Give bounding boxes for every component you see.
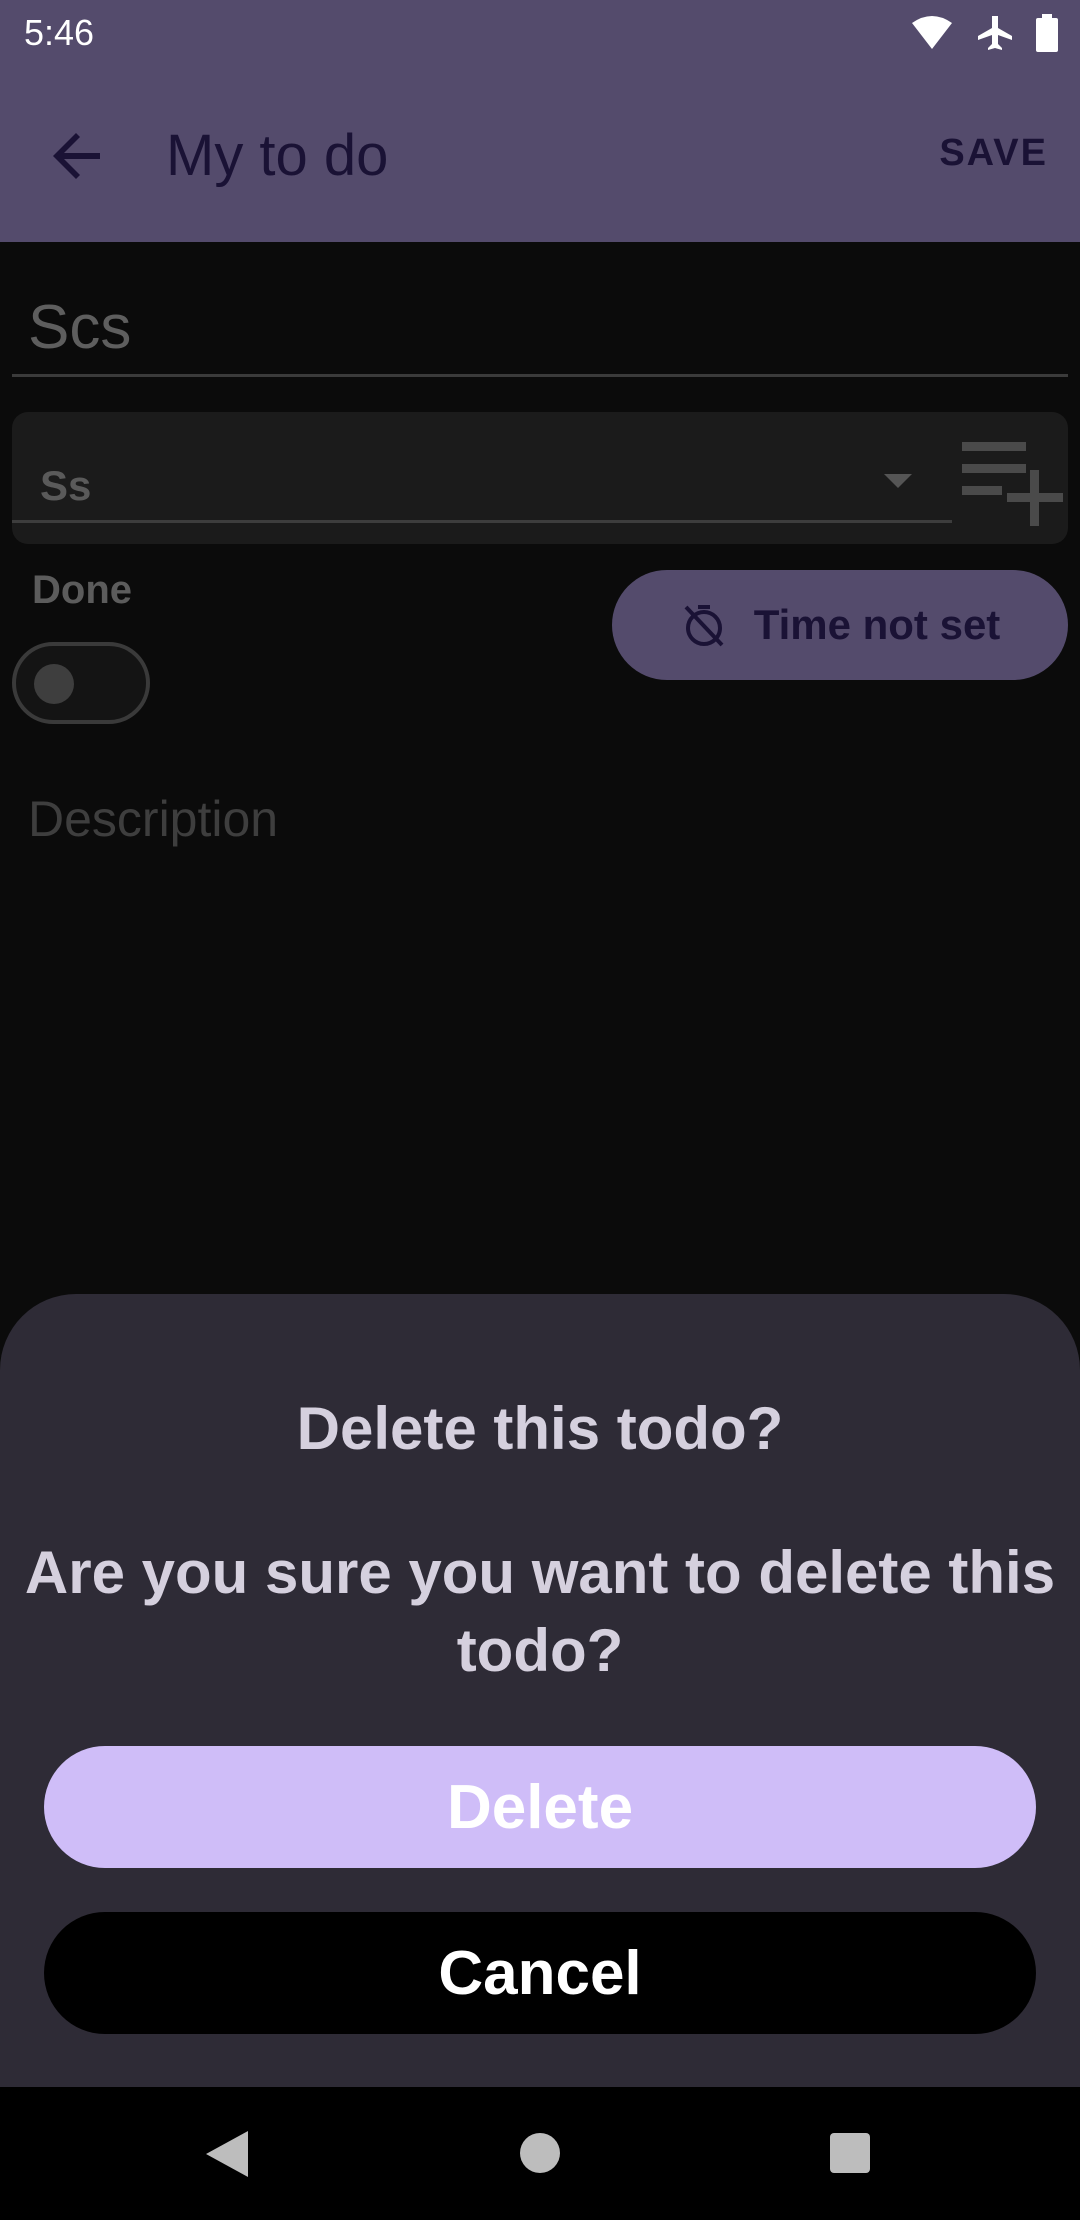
save-button[interactable]: SAVE: [939, 132, 1048, 175]
dialog-title: Delete this todo?: [296, 1395, 784, 1462]
arrow-back-icon: [53, 133, 100, 179]
description-field[interactable]: Description: [28, 790, 278, 848]
back-button[interactable]: [44, 122, 112, 190]
chevron-down-icon: [884, 474, 912, 488]
time-button-label: Time not set: [753, 601, 1001, 648]
status-icons: [910, 14, 1058, 52]
done-toggle[interactable]: [12, 642, 150, 724]
time-button[interactable]: Time not set: [612, 570, 1068, 680]
delete-button[interactable]: Delete: [44, 1746, 1036, 1868]
category-underline: [12, 520, 952, 523]
nav-home-icon[interactable]: [520, 2133, 560, 2173]
cancel-button[interactable]: Cancel: [44, 1912, 1036, 2034]
nav-recents-icon[interactable]: [830, 2133, 870, 2173]
toggle-knob: [34, 664, 74, 704]
title-underline: [12, 374, 1068, 377]
category-dropdown[interactable]: Ss: [12, 412, 1068, 544]
timer-off-icon: [684, 605, 724, 647]
battery-icon: [1036, 14, 1058, 52]
category-value: Ss: [40, 462, 92, 509]
app-bar: My to do SAVE: [0, 66, 1080, 242]
delete-dialog: Delete this todo? Are you sure you want …: [0, 1294, 1080, 2087]
airplane-icon: [978, 16, 1012, 50]
nav-back-icon[interactable]: [206, 2131, 248, 2177]
done-label: Done: [32, 568, 132, 612]
playlist-add-icon[interactable]: [962, 442, 1070, 528]
status-bar: 5:46: [0, 0, 1080, 66]
navigation-bar: [0, 2087, 1080, 2220]
wifi-icon: [912, 16, 952, 49]
page-title: My to do: [166, 123, 389, 188]
dialog-message: Are you sure you want to delete this tod…: [24, 1539, 1056, 1684]
title-field[interactable]: Scs: [28, 292, 131, 363]
status-time: 5:46: [24, 12, 95, 53]
